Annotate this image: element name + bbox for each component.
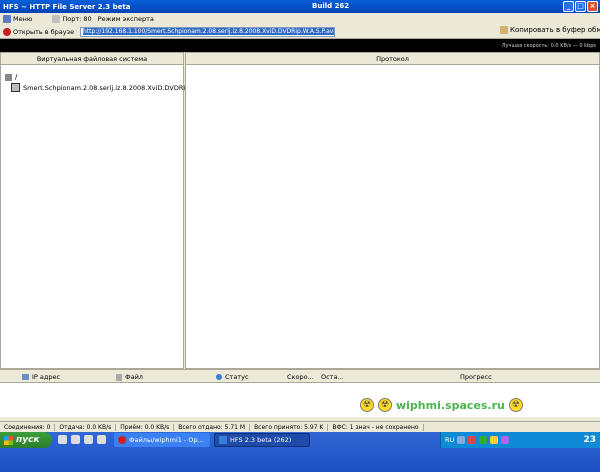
menu-icon	[3, 15, 11, 23]
col-ip-label: IP адрес	[32, 373, 61, 381]
radiation-icon: ☢	[508, 398, 523, 412]
plug-icon	[52, 15, 61, 23]
minimize-button[interactable]: _	[563, 1, 574, 12]
status-upload: Отдача: 0.0 KB/s	[55, 423, 117, 431]
tray-icon[interactable]	[479, 436, 488, 444]
start-label: пуск	[16, 435, 40, 445]
log-pane[interactable]: Протокол	[185, 52, 600, 369]
clock[interactable]: 23	[583, 435, 600, 445]
vfs-header: Виртуальная файловая система	[1, 53, 183, 65]
taskbar: пуск Файлы/wiphmi1 - Op... HFS 2.3 beta …	[0, 432, 600, 472]
speed-graph: Лучшая скорость: 0.0 KB/s — 0 kbps	[0, 39, 600, 52]
stop-icon	[3, 27, 11, 36]
task-opera[interactable]: Файлы/wiphmi1 - Op...	[114, 433, 210, 447]
open-in-browser-label: Открыть в браузе	[13, 27, 75, 36]
language-indicator[interactable]: RU	[445, 436, 454, 444]
transfers-header: IP адрес Файл Статус Скоро... Оста... Пр…	[0, 369, 600, 383]
menu-label: Меню	[13, 15, 33, 23]
radiation-icon: ☢	[378, 398, 392, 412]
col-file[interactable]: Файл	[116, 373, 143, 381]
hfs-icon	[219, 436, 227, 444]
mode-button[interactable]: Режим эксперта	[95, 15, 157, 23]
menu-row: Меню Порт: 80 Режим эксперта	[0, 13, 600, 25]
computer-icon	[22, 374, 29, 380]
copy-label: Копировать в буфер обмена	[510, 26, 600, 34]
task-hfs-label: HFS 2.3 beta (262)	[230, 436, 292, 444]
window-controls: _ □ ×	[563, 1, 598, 12]
col-speed-label: Скоро...	[287, 373, 314, 381]
opera-icon	[118, 436, 126, 444]
vfs-root-label: /	[15, 73, 18, 81]
file-icon	[11, 83, 20, 92]
build-label: Build 262	[312, 2, 350, 10]
menu-button[interactable]: Меню	[0, 15, 35, 23]
mode-label: Режим эксперта	[97, 15, 154, 23]
system-tray: RU 23	[440, 432, 600, 448]
url-text: http://192.168.1.100/Smert.Schpionam.2.0…	[83, 28, 335, 35]
clipboard-icon	[500, 26, 508, 34]
windows-logo-icon	[4, 435, 13, 445]
status-bar: Соединения: 0 Отдача: 0.0 KB/s Приём: 0.…	[0, 421, 600, 432]
speed-readout: Лучшая скорость: 0.0 KB/s — 0 kbps	[501, 43, 596, 49]
title-bar: HFS ~ HTTP File Server 2.3 beta Build 26…	[0, 0, 600, 13]
quick-launch-icon[interactable]	[97, 435, 106, 444]
status-total-out: Всего отдано: 5.71 M	[174, 423, 251, 431]
tray-icon[interactable]	[501, 436, 510, 444]
task-hfs[interactable]: HFS 2.3 beta (262)	[214, 433, 310, 447]
window-title: HFS ~ HTTP File Server 2.3 beta	[3, 2, 131, 11]
file-col-icon	[116, 373, 122, 381]
tray-icon[interactable]	[457, 436, 466, 444]
vfs-root-item[interactable]: /	[5, 73, 17, 81]
tray-icon[interactable]	[490, 436, 499, 444]
quick-launch-icon[interactable]	[58, 435, 67, 444]
status-connections: Соединения: 0	[0, 423, 56, 431]
info-icon	[216, 374, 222, 380]
col-speed[interactable]: Скоро...	[287, 373, 314, 381]
status-total-in: Всего принято: 5.97 K	[250, 423, 329, 431]
watermark: ☢ ☢ wiphmi.spaces.ru ☢	[360, 398, 523, 412]
col-remaining-label: Оста...	[321, 373, 344, 381]
col-file-label: Файл	[125, 373, 143, 381]
watermark-text: wiphmi.spaces.ru	[396, 398, 505, 412]
port-button[interactable]: Порт: 80	[49, 15, 94, 23]
col-status[interactable]: Статус	[216, 373, 249, 381]
maximize-button[interactable]: □	[575, 1, 586, 12]
col-progress[interactable]: Прогресс	[460, 373, 492, 381]
vfs-pane[interactable]: Виртуальная файловая система / Smert.Sch…	[0, 52, 204, 369]
status-vfs: ВФС: 1 знач - не сохранено	[328, 423, 424, 431]
log-header: Протокол	[186, 53, 599, 65]
copy-to-clipboard-button[interactable]: Копировать в буфер обмена	[500, 26, 600, 34]
col-status-label: Статус	[225, 373, 249, 381]
vfs-file-label: Smert.Schpionam.2.08.serij.iz.8.2008.Xvi…	[23, 83, 204, 92]
port-label: Порт: 80	[62, 15, 92, 23]
quick-launch-icon[interactable]	[71, 435, 80, 444]
url-field[interactable]: http://192.168.1.100/Smert.Schpionam.2.0…	[80, 27, 335, 37]
col-progress-label: Прогресс	[460, 373, 492, 381]
tray-icon[interactable]	[468, 436, 477, 444]
radiation-icon: ☢	[360, 398, 374, 412]
col-remaining[interactable]: Оста...	[321, 373, 344, 381]
open-in-browser-button[interactable]: Открыть в браузе	[0, 27, 77, 36]
close-button[interactable]: ×	[587, 1, 598, 12]
task-opera-label: Файлы/wiphmi1 - Op...	[129, 436, 204, 444]
start-button[interactable]: пуск	[0, 432, 52, 448]
vfs-file-item[interactable]: Smert.Schpionam.2.08.serij.iz.8.2008.Xvi…	[11, 83, 204, 92]
status-download: Приём: 0.0 KB/s	[116, 423, 175, 431]
quick-launch	[58, 435, 106, 444]
quick-launch-icon[interactable]	[84, 435, 93, 444]
col-ip[interactable]: IP адрес	[22, 373, 60, 381]
home-icon	[5, 73, 12, 81]
